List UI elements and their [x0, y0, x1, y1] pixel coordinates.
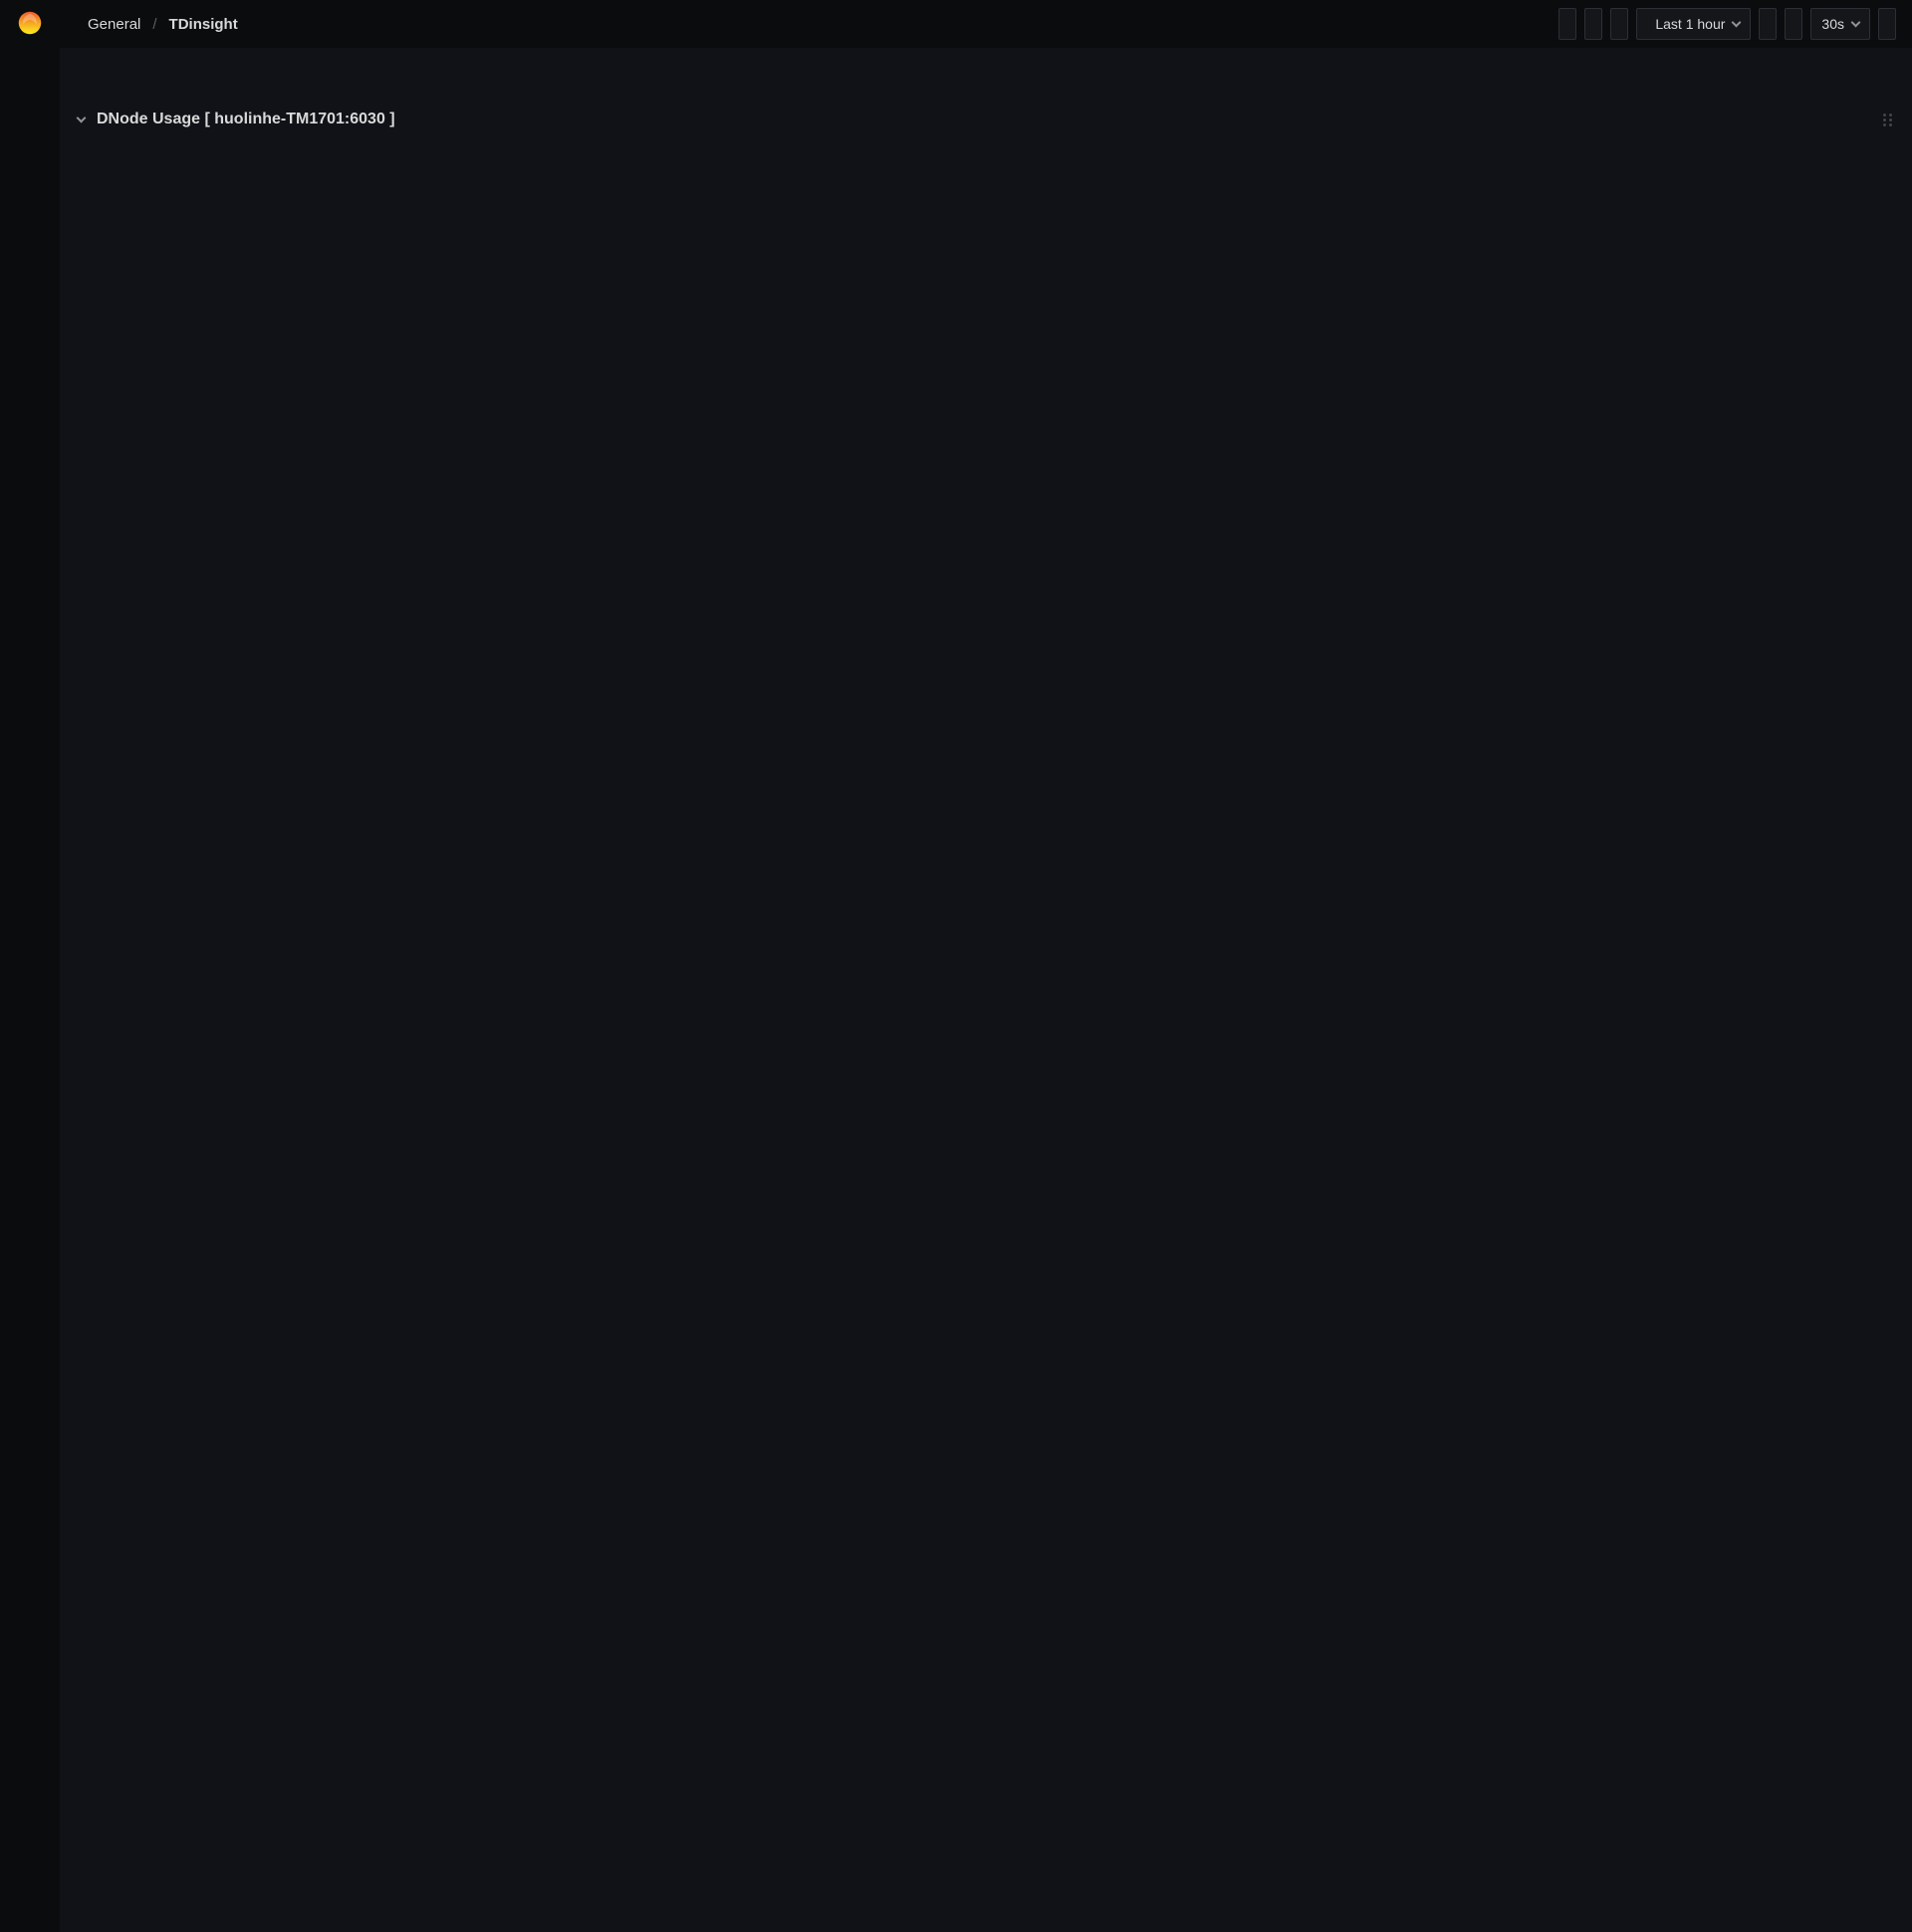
stats-row	[70, 141, 1902, 362]
time-picker-button[interactable]: Last 1 hour	[1636, 8, 1752, 40]
chevron-down-icon	[1850, 17, 1861, 27]
add-panel-button[interactable]	[1558, 8, 1577, 40]
time-range-label: Last 1 hour	[1655, 16, 1726, 32]
dashboard-settings-button[interactable]	[1610, 8, 1629, 40]
breadcrumb-folder[interactable]: General	[88, 16, 140, 33]
top-navigation-bar: General / TDinsight Last 1 hour 30s	[60, 0, 1912, 48]
refresh-button[interactable]	[1785, 8, 1803, 40]
chevron-down-icon	[1731, 17, 1742, 27]
chevron-down-icon	[76, 113, 87, 122]
save-dashboard-button[interactable]	[1584, 8, 1603, 40]
dashboard-toolbar: Last 1 hour 30s	[1558, 8, 1896, 40]
zoom-out-time-button[interactable]	[1759, 8, 1778, 40]
row-drag-handle[interactable]	[1882, 113, 1894, 127]
row-title[interactable]: DNode Usage [ huolinhe-TM1701:6030 ]	[97, 111, 395, 128]
refresh-interval-label: 30s	[1821, 16, 1844, 32]
sidebar-menu	[0, 57, 60, 101]
dashboard-row-expanded[interactable]: DNode Usage [ huolinhe-TM1701:6030 ]	[70, 102, 1902, 137]
breadcrumb: General / TDinsight	[76, 16, 262, 33]
breadcrumb-separator: /	[152, 15, 157, 33]
dashboard-main: DNode Usage [ huolinhe-TM1701:6030 ]	[60, 48, 1912, 370]
refresh-interval-button[interactable]: 30s	[1810, 8, 1870, 40]
left-sidebar	[0, 0, 60, 1932]
template-variables-bar	[70, 56, 1902, 94]
breadcrumb-dashboard-title[interactable]: TDinsight	[169, 16, 238, 33]
cycle-view-button[interactable]	[1878, 8, 1896, 40]
grafana-logo[interactable]	[15, 8, 45, 41]
sidebar-item-search[interactable]	[0, 57, 60, 101]
